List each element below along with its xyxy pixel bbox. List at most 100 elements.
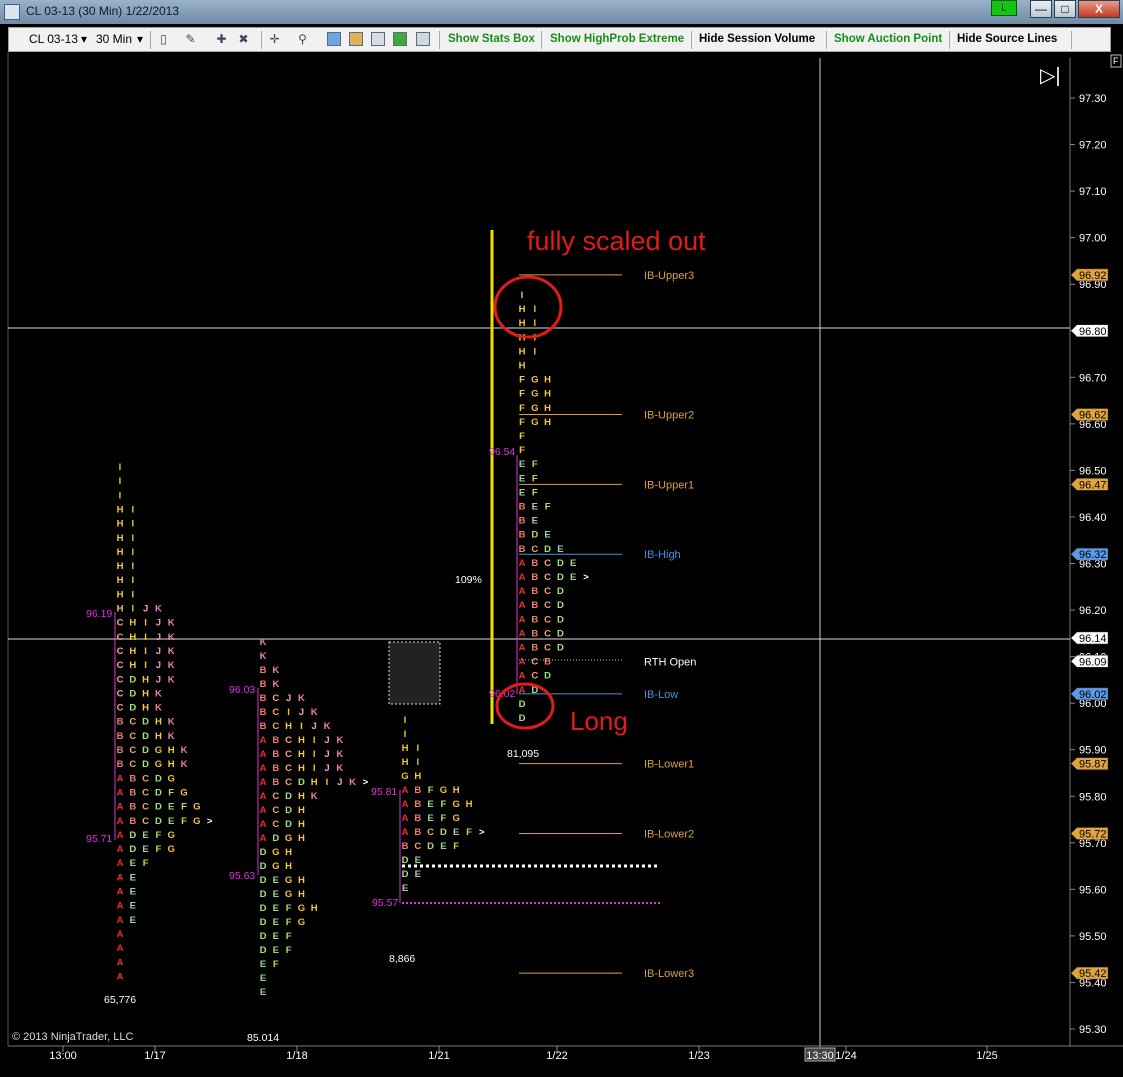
tpo-letter: E xyxy=(130,887,136,898)
tpo-letter: E xyxy=(519,487,525,498)
tpo-letter: E xyxy=(415,869,421,880)
tpo-letter: F xyxy=(519,445,525,456)
show-highprob-extreme-button[interactable]: Show HighProb Extreme xyxy=(550,31,684,48)
scroll-to-end-icon[interactable]: ▷| xyxy=(1040,65,1061,87)
tpo-letter: G xyxy=(168,844,175,855)
tpo-letter: B xyxy=(117,731,124,742)
tpo-letter: K xyxy=(155,604,162,615)
tpo-letter: D xyxy=(155,773,162,784)
tpo-letter: > xyxy=(363,777,369,788)
tpo-letter: E xyxy=(130,915,136,926)
tpo-letter: D xyxy=(129,844,136,855)
ib-level-label: IB-High xyxy=(644,549,681,561)
minimize-button[interactable]: — xyxy=(1030,0,1052,18)
tpo-letter: B xyxy=(414,827,421,838)
tpo-letter: I xyxy=(131,504,134,515)
chart-trader-icon[interactable] xyxy=(349,32,363,46)
tpo-letter: B xyxy=(260,679,267,690)
tpo-letter: J xyxy=(143,604,148,615)
tpo-letter: A xyxy=(260,735,267,746)
tpo-letter: A xyxy=(260,819,267,830)
tpo-letter: C xyxy=(142,787,149,798)
tpo-letter: C xyxy=(544,628,551,639)
tpo-letter: H xyxy=(298,791,305,802)
hide-source-lines-button[interactable]: Hide Source Lines xyxy=(957,31,1057,48)
tpo-letter: D xyxy=(557,643,564,654)
copyright-text: © 2013 NinjaTrader, LLC xyxy=(12,1031,133,1043)
toolbar-separator xyxy=(691,31,692,49)
period-dropdown-icon[interactable]: ▾ xyxy=(137,31,143,48)
price-tick-label: 97.10 xyxy=(1079,186,1107,198)
tpo-letter: H xyxy=(311,777,318,788)
strategies-icon[interactable] xyxy=(327,32,341,46)
period-selector[interactable]: 30 Min xyxy=(96,31,132,48)
tpo-letter: K xyxy=(168,646,175,657)
tpo-letter: B xyxy=(129,787,136,798)
tpo-letter: G xyxy=(168,773,175,784)
instrument-link-button[interactable]: L xyxy=(991,0,1017,16)
time-tick-label: 1/24 xyxy=(835,1050,856,1062)
tpo-letter: H xyxy=(155,731,162,742)
close-button[interactable]: X xyxy=(1078,0,1120,18)
chart-panel[interactable]: IIIHIHIHIHIHIHIHIHIJKCHIJKCHIJKCHIJKCHIJ… xyxy=(0,52,1123,1077)
tpo-letter: F xyxy=(519,389,525,400)
maximize-button[interactable]: □ xyxy=(1054,0,1076,18)
tpo-letter: B xyxy=(519,516,526,527)
time-tick-label: 1/18 xyxy=(286,1050,307,1062)
tpo-letter: D xyxy=(440,827,447,838)
chart-toolbar: CL 03-13 ▾ 30 Min ▾ ▯ ✎ ✚ ✖ ✛ ⚲ Show Sta… xyxy=(8,27,1111,52)
tpo-letter: B xyxy=(414,813,421,824)
hide-session-volume-button[interactable]: Hide Session Volume xyxy=(699,31,815,48)
tpo-letter: A xyxy=(402,827,409,838)
tpo-letter: F xyxy=(453,841,459,852)
tpo-letter: I xyxy=(521,290,524,301)
tpo-letter: H xyxy=(117,504,124,515)
money-icon[interactable] xyxy=(393,32,407,46)
tpo-letter: I xyxy=(131,589,134,600)
properties-icon[interactable] xyxy=(416,32,430,46)
tpo-letter: A xyxy=(260,763,267,774)
tpo-letter: C xyxy=(272,693,279,704)
bars-type-icon[interactable]: ▯ xyxy=(156,32,171,47)
tpo-letter: A xyxy=(117,929,124,940)
show-auction-point-button[interactable]: Show Auction Point xyxy=(834,31,942,48)
session-label: 81,095 xyxy=(507,748,539,760)
tpo-letter: E xyxy=(273,945,279,956)
zoom-icon[interactable]: ⚲ xyxy=(295,32,310,47)
market-profile-chart[interactable]: IIIH IH IH IH IH IH IH IH I J KC H I J KC H I J KC H I J KC H I J… xyxy=(0,52,1123,1077)
crosshair-icon[interactable]: ✛ xyxy=(267,32,282,47)
tpo-letter: C xyxy=(285,749,292,760)
price-marker-label: 95.87 xyxy=(1079,759,1107,771)
price-marker-label: 96.92 xyxy=(1079,270,1107,282)
add-indicator-icon[interactable]: ✚ xyxy=(214,32,229,47)
tpo-letter: D xyxy=(544,671,551,682)
tpo-letter: A xyxy=(402,799,409,810)
tpo-letter: K xyxy=(168,731,175,742)
instrument-dropdown-icon[interactable]: ▾ xyxy=(81,31,87,48)
tpo-letter: F xyxy=(181,816,187,827)
tpo-letter: H xyxy=(285,721,292,732)
tpo-letter: H xyxy=(298,833,305,844)
tpo-letter: E xyxy=(260,973,266,984)
tpo-letter: D xyxy=(142,717,149,728)
data-box-icon[interactable] xyxy=(371,32,385,46)
tpo-letter: D xyxy=(260,903,267,914)
tpo-letter: E xyxy=(130,872,136,883)
instrument-selector[interactable]: CL 03-13 xyxy=(29,31,78,48)
tpo-letter: H xyxy=(402,743,409,754)
tpo-letter: G xyxy=(298,917,305,928)
tpo-letter: H xyxy=(142,688,149,699)
show-stats-box-button[interactable]: Show Stats Box xyxy=(448,31,535,48)
tpo-letter: K xyxy=(298,693,305,704)
pencil-draw-icon[interactable]: ✎ xyxy=(183,32,198,47)
tpo-letter: D xyxy=(260,889,267,900)
tpo-letter: K xyxy=(349,777,356,788)
tpo-letter: E xyxy=(273,903,279,914)
tpo-letter: E xyxy=(402,883,408,894)
tpo-letter: E xyxy=(427,813,433,824)
remove-indicator-icon[interactable]: ✖ xyxy=(236,32,251,47)
tpo-letter: I xyxy=(131,547,134,558)
price-tick-label: 95.30 xyxy=(1079,1024,1107,1036)
tpo-letter: K xyxy=(336,763,343,774)
tpo-letter: F xyxy=(155,844,161,855)
